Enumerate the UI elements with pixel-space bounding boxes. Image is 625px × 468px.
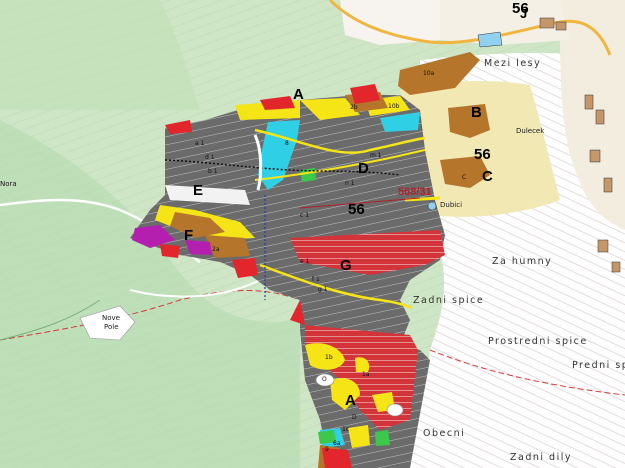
stand-code: m 1 — [370, 152, 382, 159]
district-label-D: D — [358, 160, 369, 177]
locality-prostredni-spice: Prostredni spice — [488, 336, 588, 347]
locality-predni-sp: Predni sp — [572, 360, 625, 371]
district-label-A-top: A — [293, 86, 304, 103]
stand-code: 2b — [350, 104, 358, 111]
district-label-B: B — [471, 104, 482, 121]
stand-code: n 1 — [345, 180, 355, 187]
locality-obecni: Obecni — [423, 428, 466, 439]
district-label-56-center: 56 — [348, 201, 365, 218]
district-label-C: C — [482, 168, 493, 185]
locality-zadni-spice: Zadni spice — [413, 295, 485, 306]
stand-code: f 1 — [312, 276, 320, 283]
district-label-J: J — [520, 6, 528, 21]
stand-code: 8 — [285, 140, 289, 147]
stand-code: c 1 — [300, 212, 310, 219]
locality-nora: Nora — [0, 180, 17, 188]
stand-code: 6a — [333, 440, 341, 447]
parcel-number-label: 568/31 — [398, 186, 432, 198]
map-canvas — [0, 0, 625, 468]
stand-code: 10a — [423, 70, 435, 77]
stand-code: d 1 — [205, 154, 215, 161]
locality-dulecek: Dulecek — [516, 127, 545, 135]
stand-code: 1c — [342, 426, 350, 433]
stand-code: 10b — [388, 103, 400, 110]
locality-mezi-lesy: Mezi lesy — [484, 58, 542, 69]
locality-nove-pole-1: Nove — [102, 314, 120, 322]
stand-code: 1a — [362, 371, 370, 378]
forest-stand-map[interactable]: A B 56 C D E F G 56 A 56 J 568/31 Mezi l… — [0, 0, 625, 468]
locality-dubici: Dubici — [440, 201, 463, 209]
district-label-E: E — [193, 182, 204, 199]
stand-code: a 1 — [195, 140, 205, 147]
stand-code: b 1 — [208, 168, 218, 175]
stand-code: O — [322, 376, 327, 383]
district-label-F: F — [184, 227, 194, 244]
stand-code: 9 — [325, 446, 329, 453]
stand-code: D — [352, 414, 357, 421]
district-label-G: G — [340, 257, 352, 274]
stand-code: 1b — [325, 354, 333, 361]
district-label-56-right: 56 — [474, 146, 491, 163]
stand-code: C — [462, 174, 467, 181]
locality-zadni-dily: Zadni dily — [510, 452, 572, 463]
stand-code: e 1 — [300, 258, 310, 265]
locality-nove-pole-2: Pole — [104, 323, 119, 331]
stand-code: 2a — [212, 246, 220, 253]
district-label-A-bottom: A — [345, 392, 356, 409]
stand-code: g 1 — [318, 286, 328, 293]
locality-za-humny: Za humny — [492, 256, 553, 267]
